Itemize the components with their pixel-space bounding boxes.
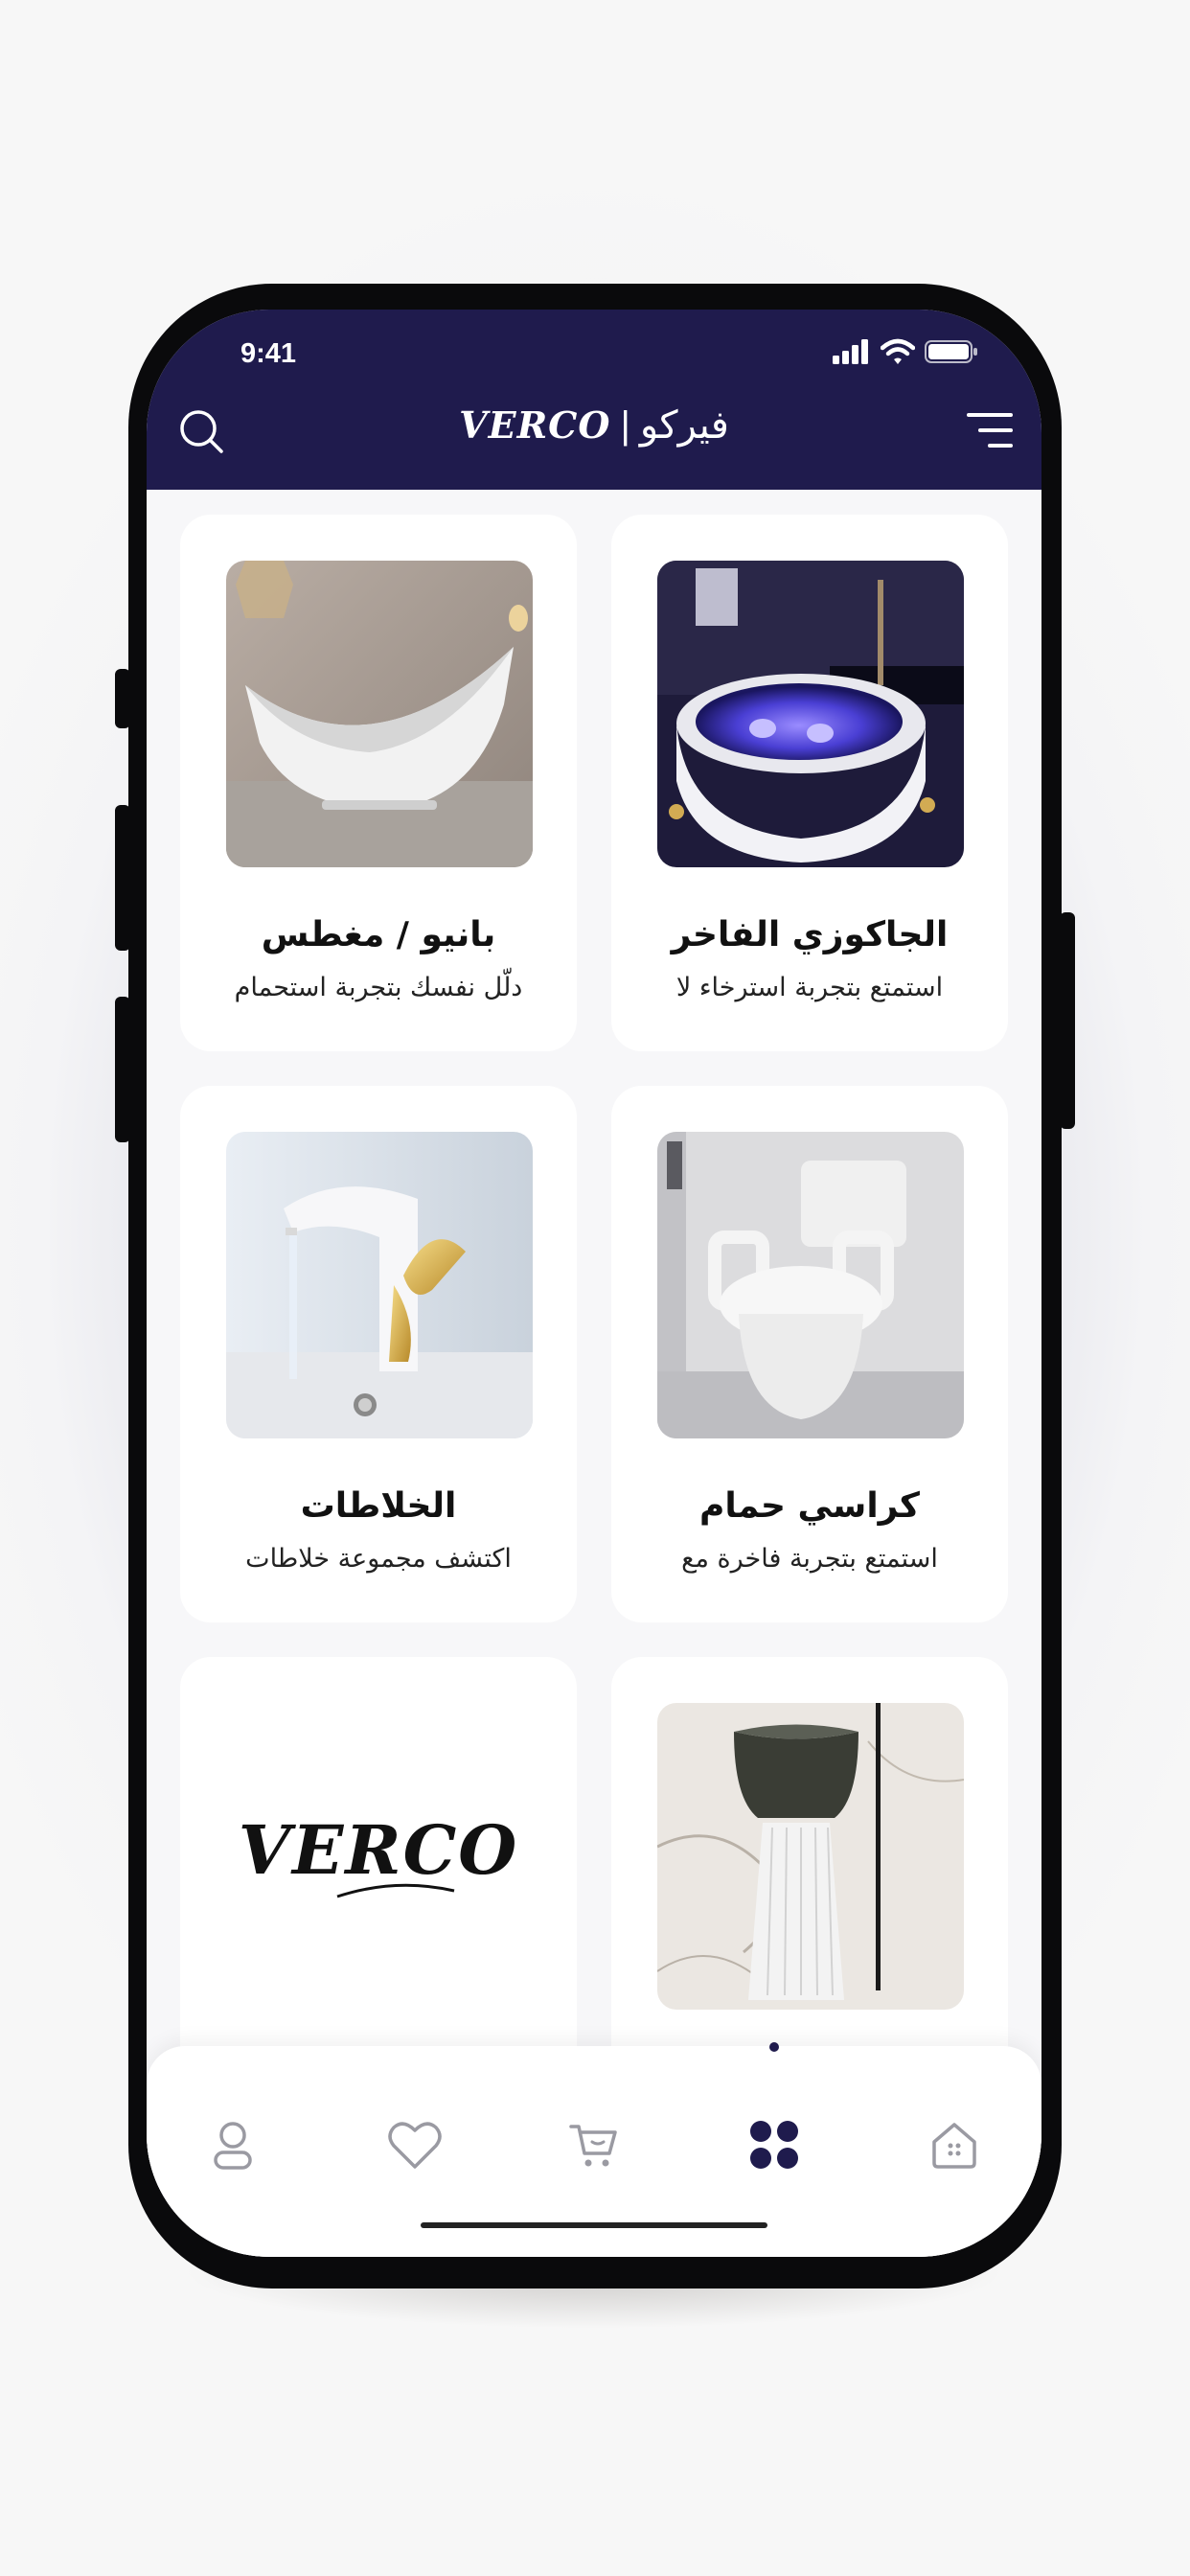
- wifi-icon: [881, 338, 915, 364]
- volume-down-button: [115, 997, 130, 1142]
- category-subtitle: اكتشف مجموعة خلاطات: [245, 1544, 512, 1574]
- active-tab-indicator: [769, 2042, 779, 2052]
- nav-cart[interactable]: [561, 2111, 628, 2178]
- category-card-bathtub[interactable]: بانيو / مغطس دلّل نفسك بتجربة استحمام: [180, 515, 577, 1051]
- home-icon: [932, 2123, 976, 2169]
- brand-latin-text: VERCO: [459, 403, 611, 447]
- category-title: بانيو / مغطس: [261, 915, 496, 954]
- power-button: [1060, 912, 1075, 1129]
- brand-logo: VERCO | فيركو: [147, 403, 1041, 448]
- cart-icon: [569, 2125, 617, 2167]
- top-bar: VERCO | فيركو: [147, 396, 1041, 463]
- category-subtitle: استمتع بتجربة استرخاء لا: [675, 973, 944, 1002]
- home-indicator[interactable]: [421, 2222, 767, 2228]
- category-subtitle: دلّل نفسك بتجربة استحمام: [234, 973, 523, 1002]
- nav-favorites[interactable]: [381, 2111, 448, 2178]
- brand-logo-swoosh: [336, 1883, 455, 1898]
- app-screen: 9:41 VERCO | فيركو الجاكوزي الفاخر استمت…: [147, 310, 1041, 2257]
- category-card-faucets[interactable]: الخلاطات اكتشف مجموعة خلاطات: [180, 1086, 577, 1622]
- menu-button[interactable]: [963, 407, 1017, 455]
- cellular-signal-icon: [833, 339, 868, 364]
- brand-separator: |: [620, 404, 630, 447]
- category-card-toilets[interactable]: كراسي حمام استمتع بتجربة فاخرة مع: [611, 1086, 1008, 1622]
- battery-icon: [925, 340, 977, 363]
- user-icon: [214, 2122, 252, 2170]
- category-title: كراسي حمام: [698, 1486, 920, 1526]
- status-bar: 9:41: [147, 310, 1041, 369]
- brand-arabic-text: فيركو: [639, 403, 729, 448]
- nav-profile[interactable]: [199, 2111, 266, 2178]
- category-grid: الجاكوزي الفاخر استمتع بتجربة استرخاء لا: [147, 490, 1041, 2257]
- status-icons: [833, 338, 978, 365]
- category-title: الجاكوزي الفاخر: [671, 915, 949, 954]
- nav-home[interactable]: [921, 2111, 988, 2178]
- status-time: 9:41: [240, 338, 297, 369]
- category-title: الخلاطات: [300, 1486, 457, 1526]
- mute-switch: [115, 669, 130, 728]
- category-subtitle: استمتع بتجربة فاخرة مع: [681, 1544, 938, 1574]
- nav-categories[interactable]: [741, 2111, 808, 2178]
- basin-image: [657, 1703, 964, 2010]
- toilet-image: [657, 1132, 964, 1438]
- grid-icon: [750, 2121, 798, 2169]
- faucet-image: [226, 1132, 533, 1438]
- menu-icon: [967, 413, 1013, 448]
- jacuzzi-image: [657, 561, 964, 867]
- brand-card-logo: VERCO: [238, 1810, 519, 1890]
- app-header: 9:41 VERCO | فيركو: [147, 310, 1041, 490]
- category-card-jacuzzi[interactable]: الجاكوزي الفاخر استمتع بتجربة استرخاء لا: [611, 515, 1008, 1051]
- heart-icon: [388, 2122, 442, 2169]
- volume-up-button: [115, 805, 130, 951]
- bathtub-image: [226, 561, 533, 867]
